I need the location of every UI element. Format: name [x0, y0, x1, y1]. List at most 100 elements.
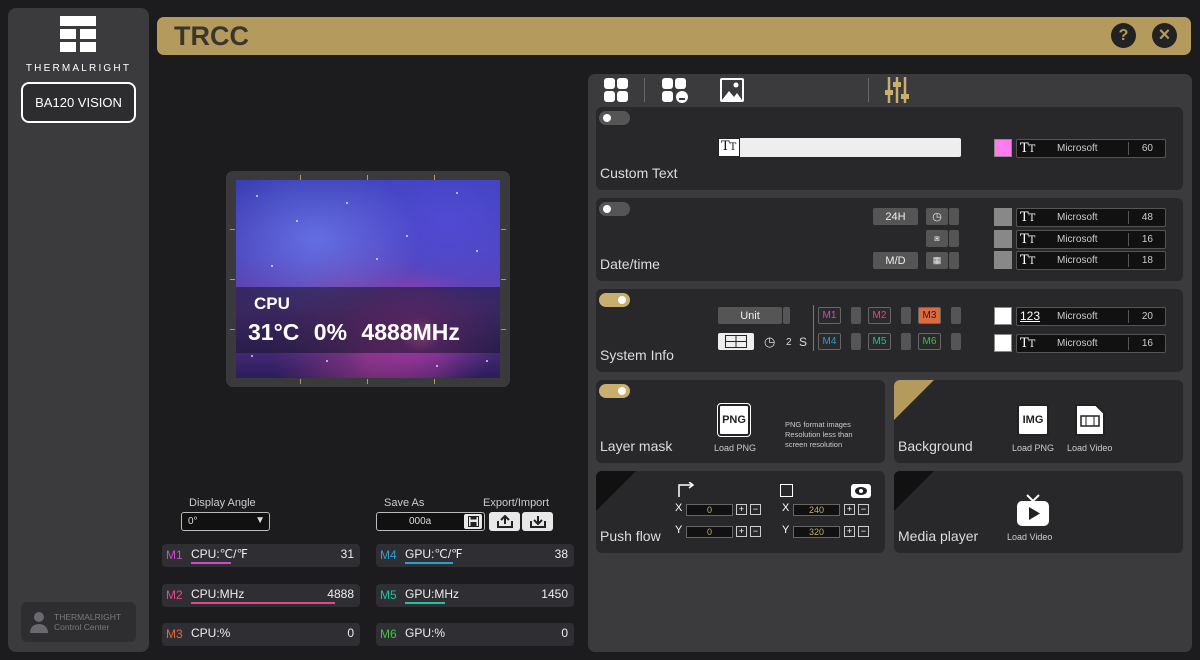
import-icon	[529, 516, 546, 528]
x2-plus-button[interactable]: +	[844, 504, 855, 515]
datetime-color-swatch-1[interactable]	[994, 208, 1012, 226]
metric-row-m4[interactable]: M4 GPU:℃/℉ 38	[376, 544, 574, 567]
metric-bar	[405, 562, 453, 564]
metric-bar	[405, 602, 445, 604]
system-font-box-2[interactable]: TT Microsoft 16	[1016, 334, 1166, 353]
layout-grid-icon[interactable]	[718, 333, 754, 350]
system-chip-m6[interactable]: M6	[918, 333, 941, 350]
load-png-label[interactable]: Load PNG	[714, 443, 756, 453]
help-button[interactable]: ?	[1111, 23, 1136, 48]
system-chip-m1[interactable]: M1	[818, 307, 841, 324]
control-center-badge[interactable]: THERMALRIGHT Control Center	[21, 602, 136, 642]
text-font-icon: TT	[1020, 210, 1036, 225]
system-font-box-1[interactable]: 123 Microsoft 20	[1016, 307, 1166, 326]
date-format-chip[interactable]: M/D	[873, 252, 918, 269]
system-chip-m4[interactable]: M4	[818, 333, 841, 350]
x2-minus-button[interactable]: −	[858, 504, 869, 515]
export-button[interactable]	[489, 512, 520, 531]
custom-text-toggle[interactable]	[599, 111, 630, 125]
y1-input[interactable]: 0	[686, 526, 733, 538]
layout-edit-icon[interactable]	[661, 77, 689, 103]
system-chip-m3[interactable]: M3	[918, 307, 941, 324]
import-button[interactable]	[522, 512, 553, 531]
datetime-font-box-1[interactable]: TT Microsoft 48	[1016, 208, 1166, 227]
metric-tag: M1	[166, 548, 183, 562]
time-format-chip[interactable]: 24H	[873, 208, 918, 225]
interval-value[interactable]: 2	[786, 337, 792, 348]
settings-panel: Custom Text TT TT Microsoft 60 Date/time…	[588, 74, 1192, 652]
metric-row-m5[interactable]: M5 GPU:MHz 1450	[376, 584, 574, 607]
layouts-icon[interactable]	[603, 77, 629, 103]
datetime-color-swatch-3[interactable]	[994, 251, 1012, 269]
metric-tag: M3	[166, 627, 183, 641]
save-as-input[interactable]: 000a	[376, 512, 485, 531]
image-icon[interactable]	[719, 77, 745, 103]
y2-input[interactable]: 320	[793, 526, 840, 538]
metric-name: CPU:℃/℉	[191, 547, 248, 561]
datetime-font-box-3[interactable]: TT Microsoft 18	[1016, 251, 1166, 270]
load-video-label[interactable]: Load Video	[1007, 532, 1052, 542]
datetime-font-box-2[interactable]: TT Microsoft 16	[1016, 230, 1166, 249]
sliders-icon[interactable]	[885, 76, 909, 104]
title-bar: TRCC ? ×	[157, 17, 1191, 55]
x1-plus-button[interactable]: +	[736, 504, 747, 515]
load-video-label[interactable]: Load Video	[1067, 443, 1112, 453]
calendar-icon[interactable]: ⧆	[926, 230, 948, 247]
metric-tag: M4	[380, 548, 397, 562]
metric-row-m3[interactable]: M3 CPU:% 0	[162, 623, 360, 646]
datetime-toggle[interactable]	[599, 202, 630, 216]
system-info-toggle[interactable]	[599, 293, 630, 307]
layer-mask-toggle[interactable]	[599, 384, 630, 398]
metric-tag: M5	[380, 588, 397, 602]
load-png-label[interactable]: Load PNG	[1012, 443, 1054, 453]
media-player-section: Media player Load Video	[894, 471, 1183, 553]
custom-text-input[interactable]: TT	[718, 138, 961, 157]
metric-name: GPU:MHz	[405, 587, 459, 601]
x1-minus-button[interactable]: −	[750, 504, 761, 515]
size-icon	[780, 484, 793, 497]
png-file-icon[interactable]: PNG	[717, 403, 751, 437]
custom-text-font-box[interactable]: TT Microsoft 60	[1016, 139, 1166, 158]
y1-label: Y	[675, 524, 683, 536]
img-file-icon[interactable]: IMG	[1017, 404, 1049, 436]
save-icon[interactable]	[464, 514, 482, 529]
video-file-icon[interactable]	[1074, 404, 1106, 436]
system-chip-m5[interactable]: M5	[868, 333, 891, 350]
custom-text-color-swatch[interactable]	[994, 139, 1012, 157]
y2-label: Y	[782, 524, 790, 536]
metric-value: 38	[554, 547, 568, 561]
metric-row-m6[interactable]: M6 GPU:% 0	[376, 623, 574, 646]
y2-plus-button[interactable]: +	[844, 526, 855, 537]
system-color-swatch-2[interactable]	[994, 334, 1012, 352]
logo-text: THERMALRIGHT	[25, 63, 132, 74]
metric-row-m2[interactable]: M2 CPU:MHz 4888	[162, 584, 360, 607]
custom-text-title: Custom Text	[600, 165, 678, 181]
metric-row-m1[interactable]: M1 CPU:℃/℉ 31	[162, 544, 360, 567]
badge-line2: Control Center	[54, 622, 110, 632]
system-info-title: System Info	[600, 347, 674, 363]
chevron-down-icon: ▼	[255, 515, 265, 526]
metric-value: 1450	[541, 587, 568, 601]
background-active-corner	[894, 380, 934, 420]
display-angle-select[interactable]: 0° ▼	[181, 512, 270, 531]
clock-icon[interactable]: ◷	[926, 208, 948, 225]
metric-name: CPU:%	[191, 626, 231, 640]
device-button[interactable]: BA120 VISION	[21, 82, 136, 123]
number-format-icon: 123	[1020, 309, 1041, 323]
x1-input[interactable]: 0	[686, 504, 733, 516]
system-color-swatch-1[interactable]	[994, 307, 1012, 325]
close-button[interactable]: ×	[1152, 23, 1177, 48]
system-chip-m2[interactable]: M2	[868, 307, 891, 324]
interval-unit: S	[799, 335, 808, 349]
y2-minus-button[interactable]: −	[858, 526, 869, 537]
metric-name: CPU:MHz	[191, 587, 245, 601]
calendar-grid-icon[interactable]: ▦	[926, 252, 948, 269]
datetime-color-swatch-2[interactable]	[994, 230, 1012, 248]
x2-input[interactable]: 240	[793, 504, 840, 516]
eye-icon[interactable]	[851, 484, 871, 498]
y1-minus-button[interactable]: −	[750, 526, 761, 537]
y1-plus-button[interactable]: +	[736, 526, 747, 537]
unit-chip[interactable]: Unit	[718, 307, 782, 324]
tv-play-icon[interactable]	[1016, 493, 1050, 527]
export-import-label: Export/Import	[483, 497, 550, 509]
